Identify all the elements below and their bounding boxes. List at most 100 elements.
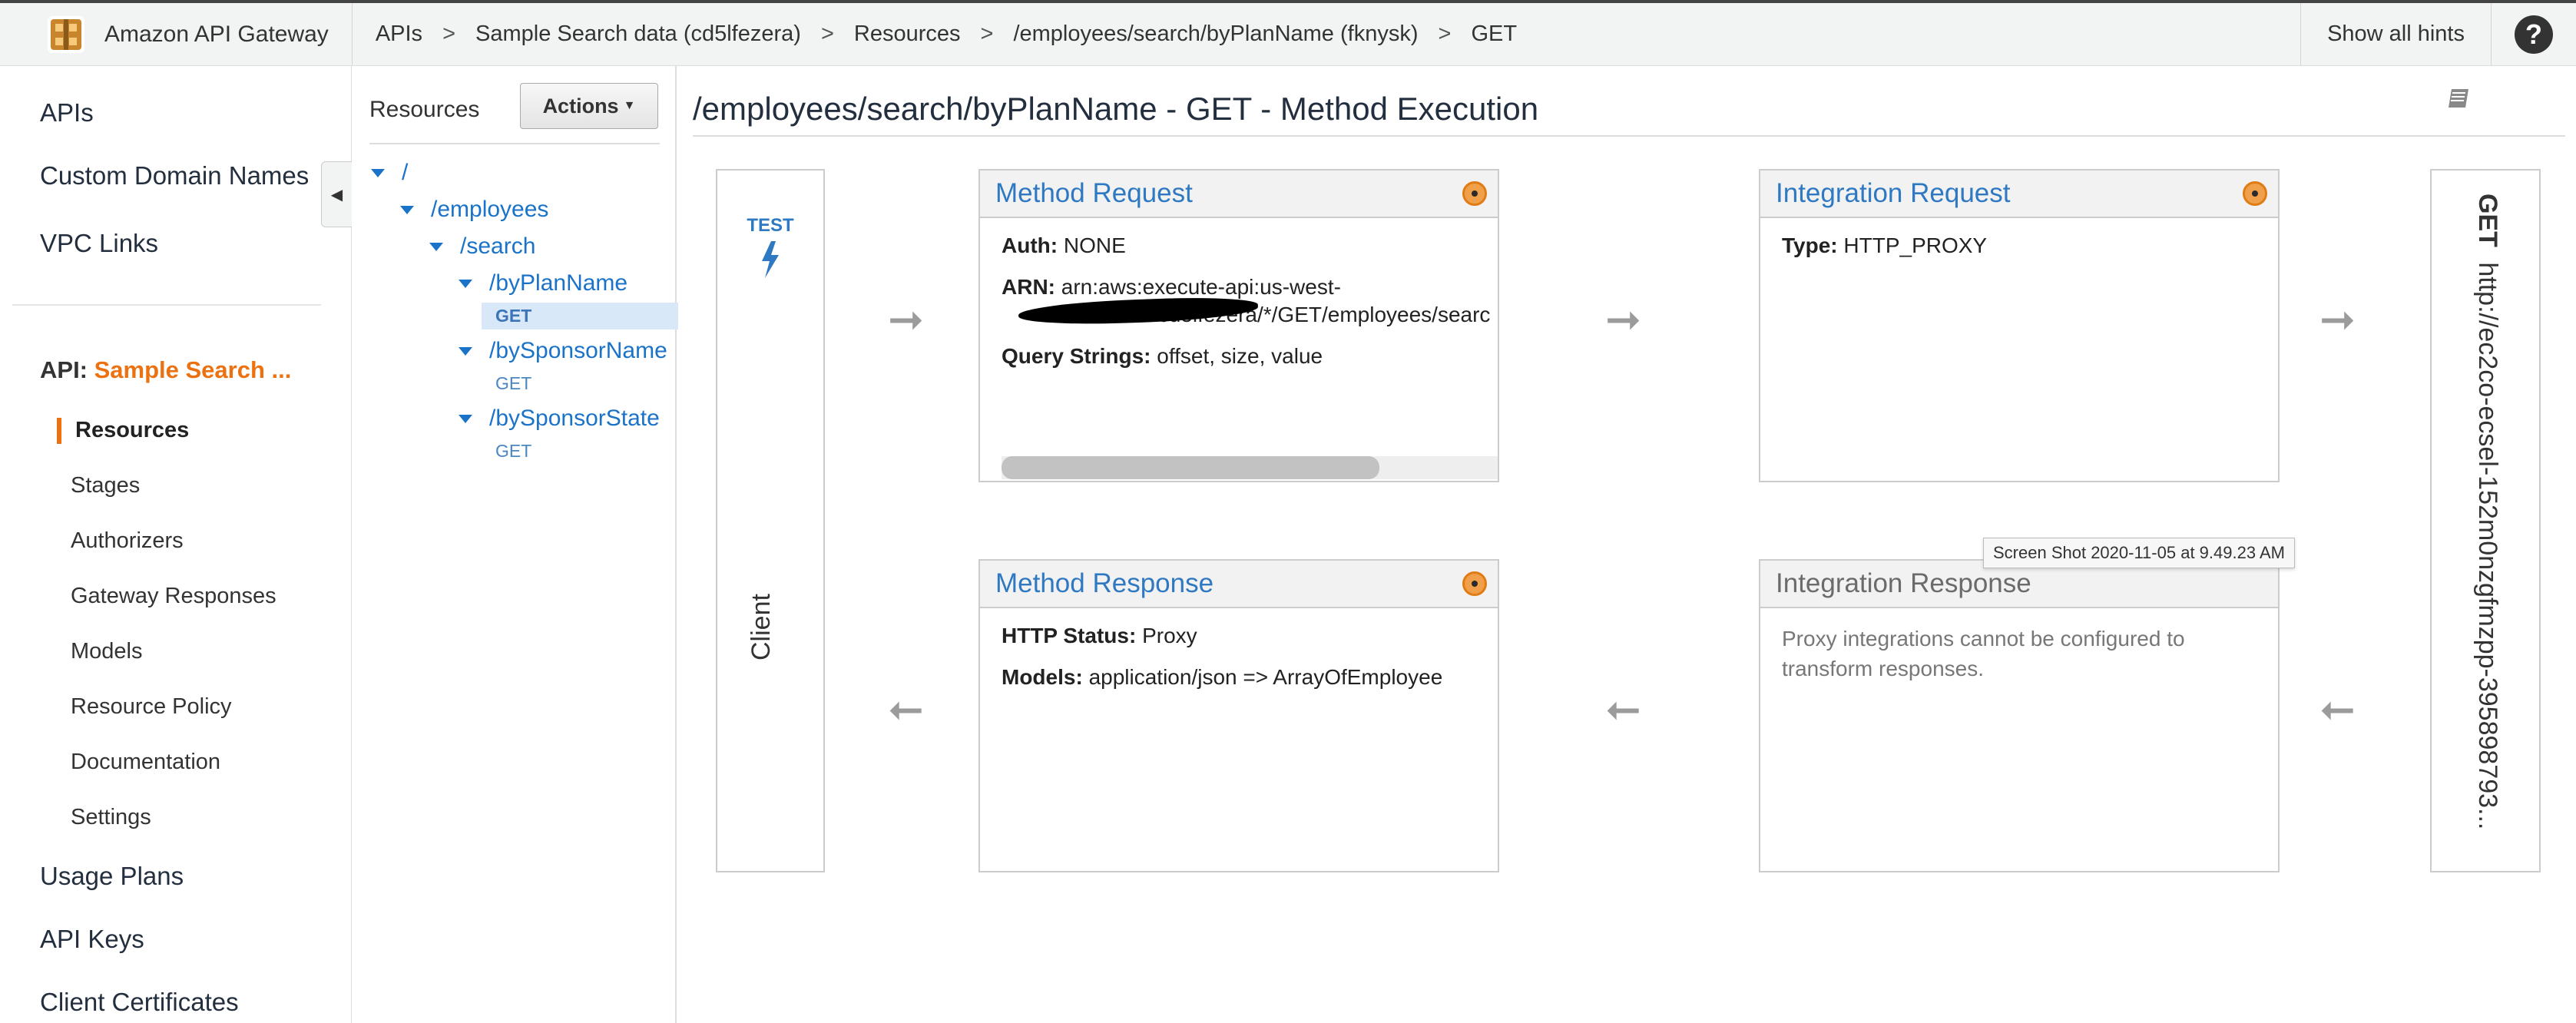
nav-item-apis[interactable]: APIs bbox=[40, 98, 94, 127]
arrow-left-icon: ➞ bbox=[888, 685, 924, 733]
tree-node-label: /byPlanName bbox=[489, 270, 628, 296]
resource-tree-panel: Resources Actions ▼ / /employees /search… bbox=[353, 66, 678, 1023]
status-dot-icon bbox=[1462, 181, 1487, 206]
nav-item-settings[interactable]: Settings bbox=[71, 805, 151, 830]
expand-caret-icon bbox=[459, 279, 472, 288]
resources-heading: Resources bbox=[369, 97, 480, 122]
tooltip: Screen Shot 2020-11-05 at 9.49.23 AM bbox=[1983, 538, 2295, 568]
top-bar: Amazon API Gateway APIs > Sample Search … bbox=[0, 0, 2576, 66]
tree-method-get-selected[interactable]: GET bbox=[482, 303, 678, 329]
nav-item-usage-plans[interactable]: Usage Plans bbox=[40, 862, 184, 891]
actions-dropdown-button[interactable]: Actions ▼ bbox=[520, 83, 658, 129]
nav-item-api-keys[interactable]: API Keys bbox=[40, 925, 144, 954]
arn-label: ARN: bbox=[1002, 275, 1055, 299]
tree-divider bbox=[369, 143, 660, 144]
expand-caret-icon bbox=[429, 242, 443, 251]
breadcrumb-method: GET bbox=[1471, 22, 1518, 46]
brand-name: Amazon API Gateway bbox=[104, 21, 329, 47]
tree-node-label: /employees bbox=[431, 197, 549, 222]
tree-node-bysponsorstate[interactable]: /bySponsorState bbox=[459, 406, 660, 432]
help-button[interactable]: ? bbox=[2492, 3, 2576, 65]
method-response-title[interactable]: Method Response bbox=[980, 561, 1498, 608]
client-label: Client bbox=[747, 594, 776, 660]
tree-node-search[interactable]: /search bbox=[429, 233, 535, 260]
nav-item-custom-domain-names[interactable]: Custom Domain Names bbox=[40, 161, 309, 190]
method-request-title[interactable]: Method Request bbox=[980, 170, 1498, 218]
nav-item-resource-policy[interactable]: Resource Policy bbox=[71, 694, 232, 720]
auth-value: NONE bbox=[1063, 233, 1126, 257]
query-strings-label: Query Strings: bbox=[1002, 344, 1151, 368]
integration-response-panel: Integration Response Proxy integrations … bbox=[1759, 559, 2280, 872]
expand-caret-icon bbox=[400, 205, 414, 214]
integration-request-title[interactable]: Integration Request bbox=[1760, 170, 2278, 218]
nav-item-gateway-responses[interactable]: Gateway Responses bbox=[71, 584, 276, 609]
breadcrumb-resources[interactable]: Resources bbox=[854, 22, 961, 47]
brand-home-link[interactable]: Amazon API Gateway bbox=[0, 3, 353, 65]
breadcrumb: APIs > Sample Search data (cd5lfezera) >… bbox=[353, 22, 2300, 47]
integration-request-panel: Integration Request Type: HTTP_PROXY bbox=[1759, 169, 2280, 482]
http-status-value: Proxy bbox=[1142, 624, 1197, 647]
tree-method-get[interactable]: GET bbox=[495, 373, 531, 394]
nav-item-models[interactable]: Models bbox=[71, 639, 143, 664]
breadcrumb-apis[interactable]: APIs bbox=[376, 22, 422, 47]
nav-item-documentation[interactable]: Documentation bbox=[71, 750, 220, 775]
tree-node-byplanname[interactable]: /byPlanName bbox=[459, 270, 627, 296]
active-indicator bbox=[57, 418, 61, 444]
query-strings-row: Query Strings: offset, size, value bbox=[1002, 344, 1476, 369]
nav-item-resources[interactable]: Resources bbox=[75, 418, 189, 443]
tree-node-bysponsorname[interactable]: /bySponsorName bbox=[459, 338, 667, 364]
auth-row: Auth: NONE bbox=[1002, 233, 1476, 258]
collapse-nav-button[interactable]: ◀ bbox=[321, 161, 352, 227]
caret-down-icon: ▼ bbox=[623, 99, 636, 112]
status-dot-icon bbox=[2243, 181, 2267, 206]
breadcrumb-separator: > bbox=[820, 22, 834, 46]
panel-title: Method Request bbox=[995, 178, 1193, 208]
auth-label: Auth: bbox=[1002, 233, 1058, 257]
nav-divider bbox=[12, 304, 321, 306]
breadcrumb-api[interactable]: Sample Search data (cd5lfezera) bbox=[475, 22, 801, 47]
expand-caret-icon bbox=[459, 414, 472, 423]
tree-node-employees[interactable]: /employees bbox=[400, 197, 548, 223]
tree-node-root[interactable]: / bbox=[371, 160, 408, 186]
help-icon: ? bbox=[2515, 15, 2553, 54]
nav-item-stages[interactable]: Stages bbox=[71, 473, 140, 498]
tree-node-label: / bbox=[402, 160, 409, 185]
endpoint-panel: GET http://ec2co-ecsel-152m0nzgfmzpp-395… bbox=[2430, 169, 2541, 872]
arrow-left-icon: ➞ bbox=[2319, 685, 2356, 733]
integration-type-label: Type: bbox=[1782, 233, 1838, 257]
breadcrumb-resource[interactable]: /employees/search/byPlanName (fknysk) bbox=[1013, 22, 1418, 47]
endpoint-url: http://ec2co-ecsel-152m0nzgfmzpp-3958987… bbox=[2473, 262, 2502, 830]
actions-label: Actions bbox=[542, 94, 619, 118]
tree-method-get[interactable]: GET bbox=[495, 441, 531, 462]
show-all-hints-button[interactable]: Show all hints bbox=[2300, 3, 2492, 65]
endpoint-method: GET bbox=[2473, 194, 2502, 247]
query-strings-value: offset, size, value bbox=[1157, 344, 1323, 368]
method-response-panel: Method Response HTTP Status: Proxy Model… bbox=[978, 559, 1499, 872]
chevron-left-icon: ◀ bbox=[330, 186, 343, 204]
page-title: /employees/search/byPlanName - GET - Met… bbox=[693, 91, 1539, 127]
http-status-label: HTTP Status: bbox=[1002, 624, 1137, 647]
breadcrumb-separator: > bbox=[1438, 22, 1452, 46]
client-panel: TEST Client bbox=[716, 169, 825, 872]
panel-title: Method Response bbox=[995, 568, 1214, 598]
panel-title: Integration Request bbox=[1776, 178, 2011, 208]
breadcrumb-separator: > bbox=[442, 22, 455, 46]
integration-type-row: Type: HTTP_PROXY bbox=[1782, 233, 2256, 258]
tree-node-label: /bySponsorName bbox=[489, 338, 667, 363]
nav-item-authorizers[interactable]: Authorizers bbox=[71, 528, 184, 554]
endpoint-label[interactable]: GET http://ec2co-ecsel-152m0nzgfmzpp-395… bbox=[2472, 194, 2502, 829]
panel-title: Integration Response bbox=[1776, 568, 2031, 598]
arrow-right-icon: ➞ bbox=[2319, 295, 2356, 343]
horizontal-scrollbar[interactable] bbox=[1002, 456, 1498, 479]
nav-item-client-certificates[interactable]: Client Certificates bbox=[40, 988, 239, 1017]
documentation-book-icon[interactable] bbox=[2445, 84, 2473, 112]
nav-item-vpc-links[interactable]: VPC Links bbox=[40, 229, 158, 258]
scrollbar-thumb[interactable] bbox=[1002, 456, 1379, 479]
left-nav: APIs Custom Domain Names VPC Links API: … bbox=[0, 66, 352, 1023]
status-dot-icon bbox=[1462, 571, 1487, 596]
api-name-link[interactable]: Sample Search ... bbox=[94, 356, 292, 383]
integration-type-value: HTTP_PROXY bbox=[1843, 233, 1988, 257]
arrow-right-icon: ➞ bbox=[888, 295, 924, 343]
test-link[interactable]: TEST bbox=[717, 215, 823, 237]
lightning-bolt-icon[interactable] bbox=[757, 241, 783, 278]
